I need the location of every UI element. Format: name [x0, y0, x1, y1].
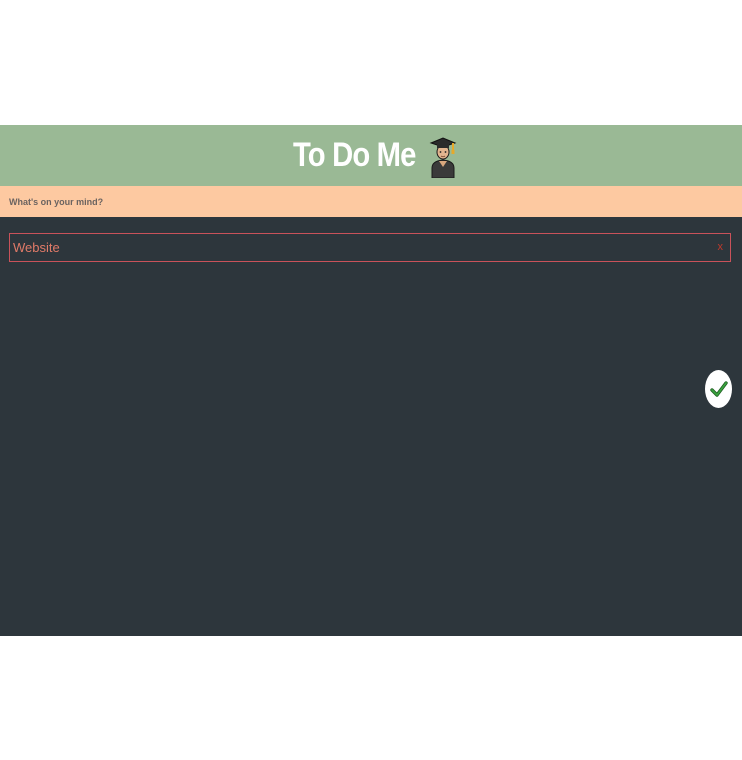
- delete-todo-button[interactable]: x: [718, 242, 724, 253]
- new-todo-input[interactable]: [0, 186, 742, 217]
- complete-button[interactable]: [705, 370, 732, 408]
- todo-text: Website: [13, 240, 60, 255]
- graduate-emoji-icon: [429, 134, 457, 178]
- todo-item[interactable]: Website x: [9, 233, 731, 262]
- checkmark-icon: [709, 381, 728, 397]
- app-title: To Do Me: [292, 136, 416, 174]
- app-header: To Do Me: [0, 125, 742, 186]
- todo-app: To Do Me What's on your mind? Website x: [0, 125, 742, 636]
- new-todo-bar: [0, 186, 742, 217]
